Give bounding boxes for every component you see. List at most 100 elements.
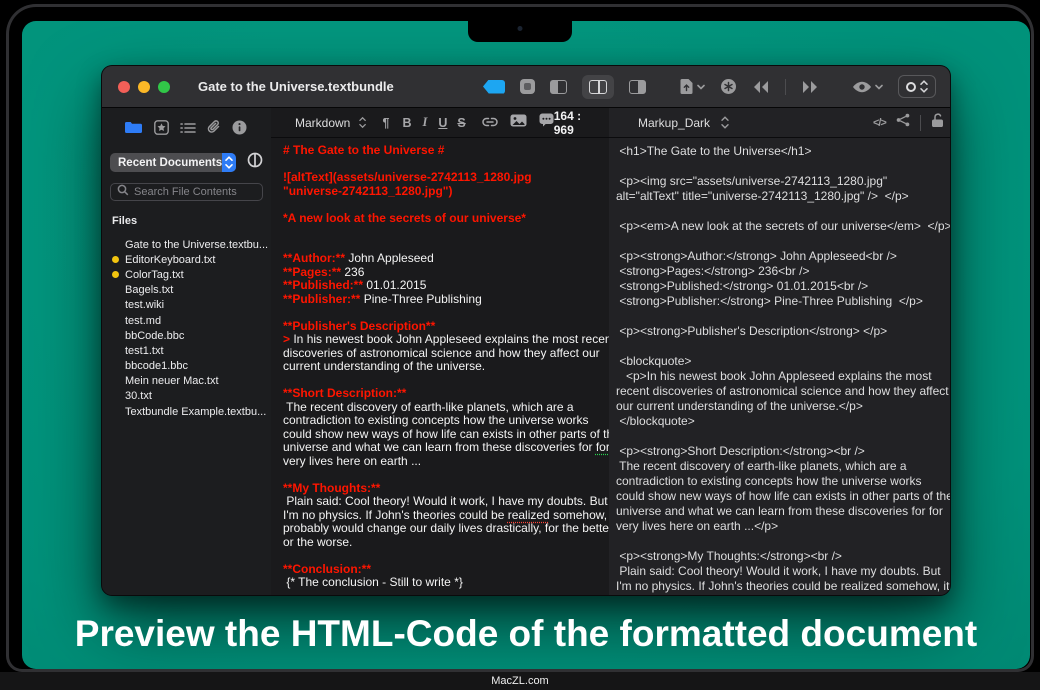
file-item[interactable]: Mein neuer Mac.txt <box>102 374 271 389</box>
file-item[interactable]: bbCode.bbc <box>102 328 271 343</box>
editor-line[interactable] <box>283 225 603 239</box>
lock-icon[interactable] <box>931 113 945 133</box>
editor-line[interactable] <box>283 374 603 388</box>
editor-line[interactable] <box>283 158 603 172</box>
editor-line[interactable] <box>283 468 603 482</box>
editor-line[interactable]: **Pages:** 236 <box>283 266 603 280</box>
tag-icon[interactable] <box>483 80 505 94</box>
preview-line: contradiction to existing concepts how t… <box>616 474 950 489</box>
double-arrow-right-icon[interactable] <box>801 80 819 94</box>
editor-line[interactable]: Plain said: Cool theory! Would it work, … <box>283 495 603 509</box>
preview-line: </blockquote> <box>616 414 950 429</box>
editor-header: Markdown ¶ B I U S <box>271 108 609 138</box>
recent-documents-row: Recent Documents <box>110 152 263 173</box>
asterisk-circle-icon[interactable] <box>720 78 737 95</box>
search-input[interactable]: Search File Contents <box>110 183 263 201</box>
link-icon[interactable] <box>482 114 498 132</box>
laptop-hinge: MacZL.com <box>0 672 1040 690</box>
editor-line[interactable]: **Conclusion:** <box>283 563 603 577</box>
file-item[interactable]: bbcode1.bbc <box>102 359 271 374</box>
preview-box-icon[interactable] <box>520 79 535 94</box>
preview-line: Plain said: Cool theory! Would it work, … <box>616 564 950 579</box>
editor-line[interactable]: **My Thoughts:** <box>283 482 603 496</box>
preview-theme-dropdown[interactable]: Markup_Dark <box>638 116 710 130</box>
files-folder-icon[interactable] <box>124 120 143 139</box>
italic-icon[interactable]: I <box>422 115 427 130</box>
zoom-button[interactable] <box>158 81 170 93</box>
html-preview-pane: Markup_Dark </> <box>609 108 950 595</box>
preview-line: could show new ways of how life can exis… <box>616 489 950 504</box>
editor-line[interactable]: ![altText](assets/universe-2742113_1280.… <box>283 171 603 185</box>
preview-line: <p><strong>Publisher's Description</stro… <box>616 324 950 339</box>
editor-line[interactable]: I'm no physics. If John's theories could… <box>283 509 603 523</box>
editor-line[interactable]: universe and what we can learn from thes… <box>283 441 603 455</box>
underline-icon[interactable]: U <box>438 116 447 130</box>
comment-icon[interactable] <box>539 113 554 132</box>
editor-line[interactable]: > In his newest book John Appleseed expl… <box>283 333 603 347</box>
editor-line[interactable]: **Publisher:** Pine-Three Publishing <box>283 293 603 307</box>
sidebar-left-icon[interactable] <box>550 80 567 94</box>
file-item[interactable]: test.md <box>102 313 271 328</box>
close-button[interactable] <box>118 81 130 93</box>
character-counter: 164 : 969 <box>554 109 609 137</box>
sidebar-toggle-icon[interactable] <box>247 152 263 173</box>
image-icon[interactable] <box>510 114 527 132</box>
file-item[interactable]: EditorKeyboard.txt <box>102 252 271 267</box>
editor-line[interactable]: *A new look at the secrets of our univer… <box>283 212 603 226</box>
paragraph-icon[interactable]: ¶ <box>383 116 390 130</box>
outline-list-icon[interactable] <box>180 121 196 139</box>
file-item[interactable]: 30.txt <box>102 389 271 404</box>
bold-icon[interactable]: B <box>402 116 411 130</box>
minimize-button[interactable] <box>138 81 150 93</box>
editor-line[interactable]: The recent discovery of earth-like plane… <box>283 401 603 415</box>
info-icon[interactable] <box>232 120 247 140</box>
editor-line[interactable]: {* The conclusion - Still to write *} <box>283 576 603 590</box>
file-item[interactable]: test.wiki <box>102 298 271 313</box>
sidebar-right-icon[interactable] <box>629 80 646 94</box>
editor-line[interactable]: probably would change our daily lives dr… <box>283 522 603 536</box>
editor-line[interactable]: # The Gate to the Universe # <box>283 144 603 158</box>
editor-line[interactable]: could show new ways of how life can exis… <box>283 428 603 442</box>
counter-stepper[interactable] <box>898 75 936 98</box>
preview-code-area[interactable]: <h1>The Gate to the Universe</h1> <p><im… <box>609 138 950 595</box>
editor-line[interactable]: current understanding of the universe. <box>283 360 603 374</box>
camera-notch <box>468 21 572 42</box>
strikethrough-icon[interactable]: S <box>457 116 465 130</box>
editor-line[interactable]: **Author:** John Appleseed <box>283 252 603 266</box>
editor-line[interactable]: discoveries of astronomical science and … <box>283 347 603 361</box>
file-item[interactable]: test1.txt <box>102 343 271 358</box>
code-icon[interactable]: </> <box>873 117 886 129</box>
recent-documents-dropdown[interactable]: Recent Documents <box>110 153 236 172</box>
file-item[interactable]: ColorTag.txt <box>102 267 271 282</box>
watermark-text: MacZL.com <box>491 675 548 687</box>
dropdown-stepper-icon[interactable] <box>359 116 366 129</box>
search-placeholder: Search File Contents <box>134 186 237 198</box>
editor-line[interactable]: **Short Description:** <box>283 387 603 401</box>
editor-line[interactable] <box>283 549 603 563</box>
attachments-icon[interactable] <box>207 119 221 140</box>
eye-preview-icon[interactable] <box>852 80 883 94</box>
double-arrow-left-icon[interactable] <box>752 80 770 94</box>
two-column-view-icon[interactable] <box>582 75 614 99</box>
editor-line[interactable]: "universe-2742113_1280.jpg") <box>283 185 603 199</box>
share-icon[interactable] <box>896 113 910 132</box>
export-document-icon[interactable] <box>679 78 705 95</box>
favorites-icon[interactable] <box>154 120 169 140</box>
editor-text-area[interactable]: # The Gate to the Universe # ![altText](a… <box>271 138 609 595</box>
preview-line: very lives here on earth ...</p> <box>616 519 950 534</box>
file-item[interactable]: Bagels.txt <box>102 283 271 298</box>
editor-line[interactable]: very lives here on earth ... <box>283 455 603 469</box>
editor-line[interactable]: **Published:** 01.01.2015 <box>283 279 603 293</box>
editor-line[interactable]: **Publisher's Description** <box>283 320 603 334</box>
editor-line[interactable]: contradiction to existing concepts how t… <box>283 414 603 428</box>
editor-line[interactable] <box>283 306 603 320</box>
dropdown-stepper-icon[interactable] <box>721 116 729 129</box>
editor-line[interactable]: or the worse. <box>283 536 603 550</box>
editor-line[interactable] <box>283 198 603 212</box>
toolbar-divider <box>785 79 786 95</box>
editor-line[interactable] <box>283 239 603 253</box>
dot-spacer <box>112 302 119 309</box>
file-item[interactable]: Gate to the Universe.textbu... <box>102 237 271 252</box>
file-item[interactable]: Textbundle Example.textbu... <box>102 404 271 419</box>
syntax-mode-dropdown[interactable]: Markdown <box>295 116 350 130</box>
